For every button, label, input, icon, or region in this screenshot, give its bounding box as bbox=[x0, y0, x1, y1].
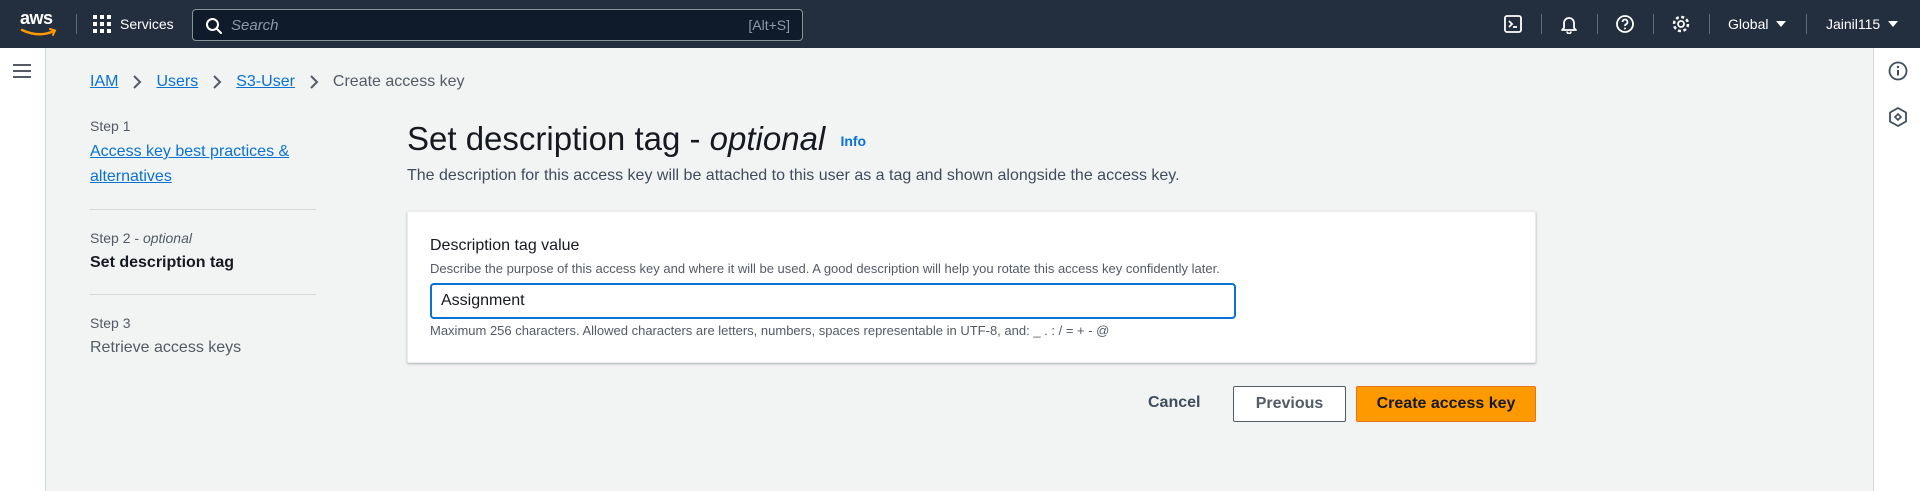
wizard-step-1: Step 1 Access key best practices & alter… bbox=[90, 118, 316, 210]
region-selector[interactable]: Global bbox=[1728, 0, 1787, 48]
gear-icon bbox=[1672, 15, 1690, 33]
account-label: Jainil115 bbox=[1826, 16, 1881, 32]
nav-divider bbox=[1653, 14, 1654, 34]
left-navigation-rail bbox=[0, 48, 46, 491]
cloudshell-button[interactable] bbox=[1501, 12, 1525, 36]
nav-divider bbox=[76, 14, 77, 34]
top-nav: aws Services [Alt+S] bbox=[0, 0, 1920, 48]
cloudshell-icon bbox=[1504, 15, 1522, 33]
info-panel-icon[interactable] bbox=[1887, 60, 1909, 82]
search-input[interactable] bbox=[231, 10, 711, 40]
breadcrumb-s3-user-link[interactable]: S3-User bbox=[236, 73, 295, 91]
settings-button[interactable] bbox=[1669, 12, 1693, 36]
nav-divider bbox=[1806, 14, 1807, 34]
region-label: Global bbox=[1728, 16, 1769, 32]
page-title-optional: optional bbox=[709, 120, 826, 157]
previous-button[interactable]: Previous bbox=[1233, 386, 1346, 422]
services-label: Services bbox=[120, 16, 174, 32]
caret-down-icon bbox=[1888, 21, 1899, 27]
cloudformation-hexagon-icon[interactable] bbox=[1887, 106, 1909, 128]
wizard-step-3: Step 3 Retrieve access keys bbox=[90, 295, 316, 357]
description-tag-panel: Description tag value Describe the purpo… bbox=[407, 211, 1536, 363]
aws-logo[interactable]: aws bbox=[20, 8, 58, 40]
grid-icon bbox=[93, 15, 111, 33]
bell-icon bbox=[1561, 17, 1577, 34]
wizard-steps: Step 1 Access key best practices & alter… bbox=[90, 118, 316, 357]
aws-logo-text: aws bbox=[20, 8, 53, 28]
step-3-title: Retrieve access keys bbox=[90, 339, 242, 356]
services-menu-button[interactable]: Services bbox=[93, 0, 174, 48]
account-menu[interactable]: Jainil115 bbox=[1826, 0, 1899, 48]
step-2-number: Step 2 bbox=[90, 230, 131, 246]
description-tag-label: Description tag value bbox=[430, 237, 580, 254]
help-icon bbox=[1616, 15, 1634, 33]
step-2-title: Set description tag bbox=[90, 254, 235, 271]
page-title-main: Set description tag - bbox=[407, 120, 710, 157]
menu-toggle-icon[interactable] bbox=[13, 64, 31, 82]
create-access-key-button[interactable]: Create access key bbox=[1356, 386, 1536, 422]
help-button[interactable] bbox=[1613, 12, 1637, 36]
step-number: Step 2 - optional bbox=[90, 230, 192, 246]
description-tag-constraint: Maximum 256 characters. Allowed characte… bbox=[430, 323, 1110, 338]
info-link[interactable]: Info bbox=[840, 133, 866, 149]
step-1-link[interactable]: Access key best practices & alternatives bbox=[90, 139, 316, 189]
step-number: Step 3 bbox=[90, 315, 131, 331]
nav-divider bbox=[1541, 14, 1542, 34]
step-optional-label: optional bbox=[142, 230, 192, 246]
cancel-button[interactable]: Cancel bbox=[1144, 385, 1204, 421]
chevron-right-icon bbox=[309, 75, 319, 89]
step-number: Step 1 bbox=[90, 118, 131, 134]
aws-smile-icon bbox=[20, 28, 57, 36]
chevron-right-icon bbox=[132, 75, 142, 89]
breadcrumb-current: Create access key bbox=[332, 73, 465, 90]
nav-divider bbox=[1597, 14, 1598, 34]
notifications-button[interactable] bbox=[1557, 12, 1581, 36]
description-tag-input[interactable] bbox=[430, 283, 1236, 319]
search-shortcut-hint: [Alt+S] bbox=[748, 17, 790, 33]
nav-divider bbox=[1709, 14, 1710, 34]
caret-down-icon bbox=[1776, 21, 1787, 27]
breadcrumb-iam-link[interactable]: IAM bbox=[90, 73, 118, 91]
page-description: The description for this access key will… bbox=[407, 167, 1180, 184]
breadcrumb: IAM Users S3-User Create access key bbox=[90, 73, 465, 91]
description-tag-help: Describe the purpose of this access key … bbox=[430, 261, 1220, 276]
wizard-step-2: Step 2 - optional Set description tag bbox=[90, 210, 316, 295]
chevron-right-icon bbox=[212, 75, 222, 89]
search-icon bbox=[206, 18, 222, 34]
page-title: Set description tag - optional Info bbox=[407, 120, 866, 158]
search-bar[interactable]: [Alt+S] bbox=[192, 9, 803, 41]
breadcrumb-users-link[interactable]: Users bbox=[156, 73, 198, 91]
right-tools-rail bbox=[1873, 48, 1920, 491]
